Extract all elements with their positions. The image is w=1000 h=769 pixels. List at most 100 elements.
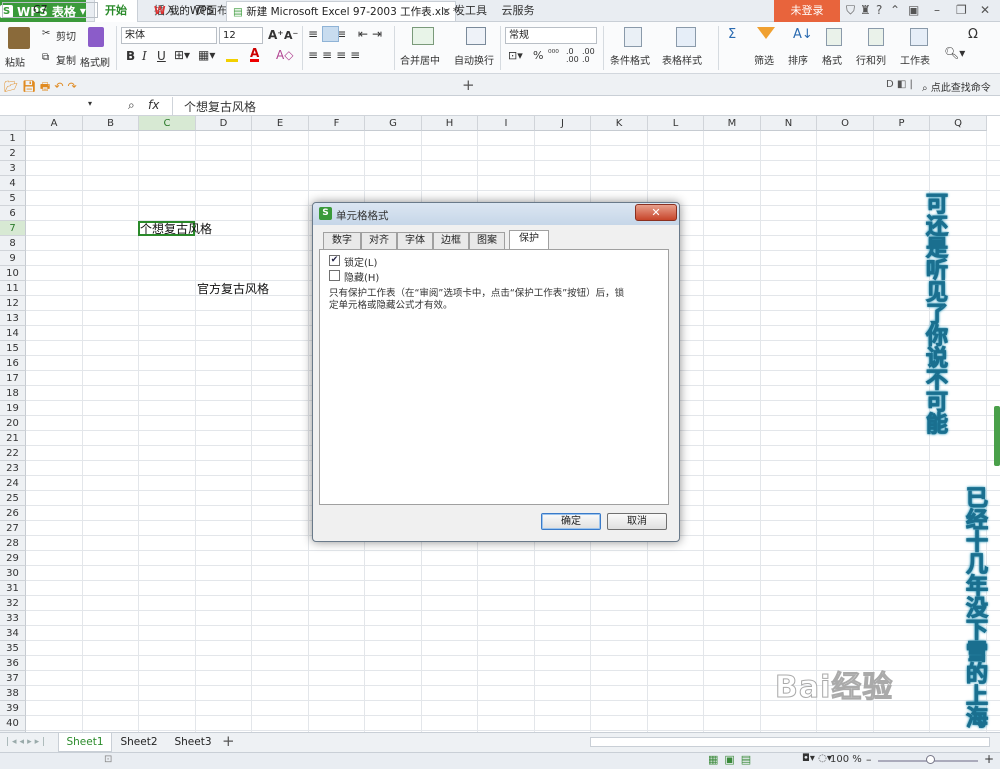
row-header-3[interactable]: 3 [0,161,26,176]
conditional-format-icon[interactable] [624,27,642,47]
row-header-31[interactable]: 31 [0,581,26,596]
zoom-in-icon[interactable]: + [984,752,994,766]
hidden-checkbox[interactable] [329,270,340,281]
format-icon[interactable] [826,28,842,46]
column-header-j[interactable]: J [535,116,591,131]
row-header-15[interactable]: 15 [0,341,26,356]
table-style-icon[interactable] [676,27,696,47]
name-box-dropdown-icon[interactable]: ▾ [88,99,92,108]
new-tab-icon[interactable]: + [462,76,475,94]
percent-button[interactable]: % [533,49,543,62]
column-header-i[interactable]: I [478,116,535,131]
restore-window-icon[interactable]: ❐ [956,3,967,17]
zoom-level[interactable]: 100 % [830,754,862,765]
minimize-window-icon[interactable]: – [934,3,940,17]
row-header-14[interactable]: 14 [0,326,26,341]
column-header-g[interactable]: G [365,116,422,131]
sheet-tab-2[interactable]: Sheet2 [114,733,164,752]
row-header-33[interactable]: 33 [0,611,26,626]
close-tab-icon[interactable]: ✕ [442,2,451,22]
font-color-icon[interactable]: A [250,47,260,62]
cell-c7[interactable]: 个想复古风格 [140,220,212,237]
dialog-tab-pattern[interactable]: 图案 [469,232,505,249]
row-header-25[interactable]: 25 [0,491,26,506]
symbol-button[interactable]: Ω [968,27,978,42]
row-header-11[interactable]: 11 [0,281,26,296]
cut-button[interactable]: 剪切 [56,28,76,43]
skin-icon[interactable]: ⛉ [846,3,855,18]
row-header-28[interactable]: 28 [0,536,26,551]
paste-icon[interactable] [8,27,30,49]
autosum-button[interactable]: Σ [728,27,736,42]
row-header-32[interactable]: 32 [0,596,26,611]
row-header-19[interactable]: 19 [0,401,26,416]
column-header-m[interactable]: M [704,116,761,131]
copy-icon[interactable]: ⧉ [42,52,49,63]
sort-icon[interactable]: A↓ [793,27,813,42]
sheet-nav-arrows-icon[interactable]: |◂◂▸▸| [6,737,48,747]
format-painter-button[interactable]: 格式刷 [80,54,110,69]
name-box[interactable]: C7 [2,2,98,18]
row-header-30[interactable]: 30 [0,566,26,581]
dialog-close-button[interactable]: ✕ [635,204,677,221]
row-header-24[interactable]: 24 [0,476,26,491]
row-column-button[interactable]: 行和列 [856,52,886,67]
filter-icon[interactable] [757,27,775,39]
row-header-35[interactable]: 35 [0,641,26,656]
column-header-n[interactable]: N [761,116,817,131]
row-header-9[interactable]: 9 [0,251,26,266]
tab-home[interactable]: 开始 [94,0,138,23]
side-panel-handle[interactable] [994,406,1000,466]
dialog-tab-font[interactable]: 字体 [397,232,433,249]
restore-ribbon-icon[interactable]: ▣ [908,3,919,17]
zoom-icon[interactable]: ⌕ [128,98,135,113]
row-header-6[interactable]: 6 [0,206,26,221]
column-header-k[interactable]: K [591,116,648,131]
row-header-4[interactable]: 4 [0,176,26,191]
row-header-16[interactable]: 16 [0,356,26,371]
font-size-select[interactable]: 12 [219,27,263,44]
column-header-f[interactable]: F [309,116,365,131]
row-header-1[interactable]: 1 [0,131,26,146]
zoom-out-icon[interactable]: – [866,753,872,766]
column-header-h[interactable]: H [422,116,478,131]
underline-button[interactable]: U [157,49,166,63]
row-column-icon[interactable] [868,28,884,46]
row-header-5[interactable]: 5 [0,191,26,206]
tab-workbook[interactable]: ▤ 新建 Microsoft Excel 97-2003 工作表.xls * ✕ [226,1,458,22]
tab-options-icons[interactable]: D ◧ | [886,79,913,90]
fill-color-icon[interactable] [226,50,238,62]
zoom-slider-thumb[interactable] [926,755,935,764]
minimize-ribbon-icon[interactable]: ⌃ [890,3,900,17]
row-header-27[interactable]: 27 [0,521,26,536]
dialog-tab-alignment[interactable]: 对齐 [361,232,397,249]
row-header-21[interactable]: 21 [0,431,26,446]
add-sheet-icon[interactable]: + [222,732,235,750]
row-header-13[interactable]: 13 [0,311,26,326]
format-button[interactable]: 格式 [822,52,842,67]
copy-button[interactable]: 复制 [56,52,76,67]
column-header-b[interactable]: B [83,116,139,131]
hidden-label[interactable]: 隐藏(H) [344,269,379,284]
formula-input[interactable]: 个想复古风格 [184,98,256,115]
row-header-22[interactable]: 22 [0,446,26,461]
wrap-text-icon[interactable] [466,27,486,45]
sheet-tab-3[interactable]: Sheet3 [168,733,218,752]
border-icon[interactable]: ⊞▾ [174,48,190,62]
status-tools-icons[interactable]: ◘▾ ◌▾ [802,753,832,764]
column-header-c[interactable]: C [139,116,196,131]
column-header-e[interactable]: E [252,116,309,131]
login-button[interactable]: 未登录 [774,0,840,22]
shirt-icon[interactable]: ♜ [860,3,871,17]
grow-font-icon[interactable]: A⁺ [268,28,284,42]
shrink-font-icon[interactable]: A⁻ [284,29,298,42]
find-icon[interactable]: 🔍︎▾ [944,46,965,60]
command-search[interactable]: ⌕ 点此查找命令 [922,79,991,94]
row-header-8[interactable]: 8 [0,236,26,251]
sheet-tab-1[interactable]: Sheet1 [58,733,112,752]
column-header-p[interactable]: P [874,116,930,131]
row-header-20[interactable]: 20 [0,416,26,431]
font-name-select[interactable]: 宋体 [121,27,217,44]
view-mode-icons[interactable]: ▦▣▤ [708,753,757,766]
quick-access-icons[interactable]: 📂︎💾︎🖶︎↶↷ [4,78,81,97]
